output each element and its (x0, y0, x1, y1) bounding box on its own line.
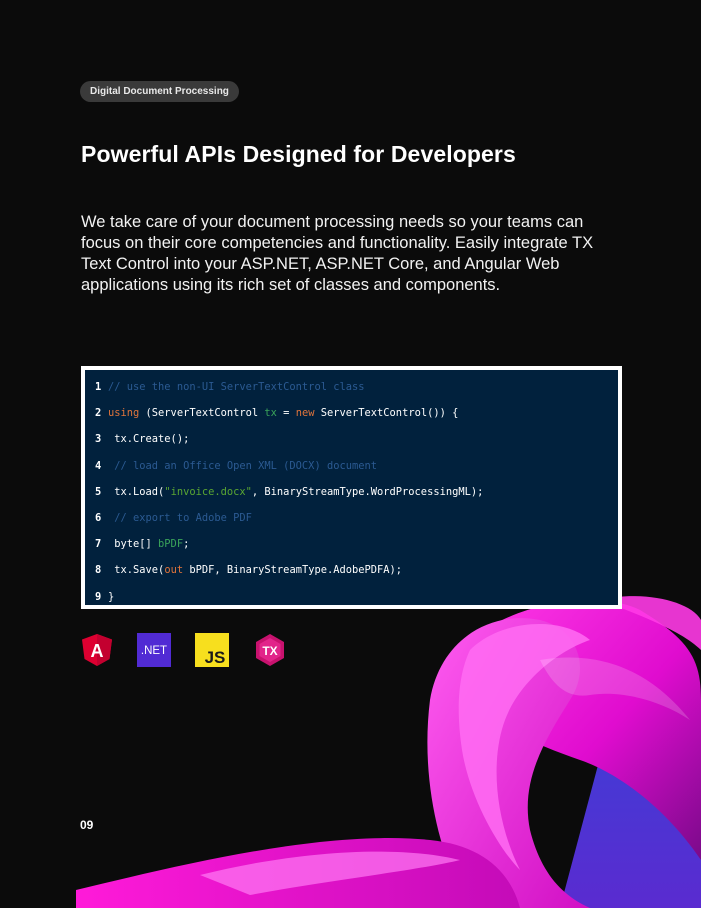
page-title: Powerful APIs Designed for Developers (81, 141, 516, 167)
category-badge: Digital Document Processing (80, 81, 239, 102)
line-number: 7 (95, 538, 102, 551)
code-token-keyword: out (164, 564, 184, 577)
line-number: 1 (95, 381, 102, 393)
page-number: 09 (80, 818, 94, 832)
code-token-green: bPDF (158, 538, 184, 551)
code-line: 1 // use the non-UI ServerTextControl cla… (95, 380, 612, 406)
code-token-string: "invoice.docx" (164, 485, 252, 498)
code-line: 6 // export to Adobe PDF (95, 511, 612, 537)
dotnet-icon: .NET (137, 633, 171, 667)
code-line: 5 tx.Load("invoice.docx", BinaryStreamTy… (95, 485, 612, 511)
angular-icon: A (80, 633, 114, 667)
code-token-plain: ; (183, 538, 190, 551)
code-token-plain: ServerTextControl()) { (314, 407, 459, 420)
code-token-plain: , BinaryStreamType.WordProcessingML); (251, 485, 484, 498)
code-token-keyword: using (108, 407, 140, 420)
line-number: 2 (95, 407, 102, 420)
code-line: 4 // load an Office Open XML (DOCX) docu… (95, 459, 612, 485)
code-token-plain: = (276, 407, 296, 420)
code-line: 7 byte[] bPDF; (95, 537, 612, 563)
line-number: 3 (95, 433, 102, 446)
line-number: 5 (95, 485, 102, 498)
tx-logo-text: TX (262, 644, 277, 658)
code-token-plain: bPDF, BinaryStreamType.AdobePDFA); (183, 564, 403, 577)
javascript-icon: JS (195, 633, 229, 667)
tx-icon: TX (253, 633, 287, 667)
code-token-plain: tx.Create(); (108, 433, 190, 446)
line-number: 6 (95, 511, 102, 524)
angular-logo-text: A (91, 641, 104, 661)
code-line: 9} (95, 590, 612, 616)
code-token-plain: byte[] (108, 538, 159, 551)
javascript-logo-text: JS (205, 648, 226, 667)
code-token-plain: (ServerTextControl (139, 407, 265, 420)
code-token-comment: // use the non-UI ServerTextControl clas… (108, 381, 365, 393)
code-lines: 1 // use the non-UI ServerTextControl cla… (95, 380, 612, 616)
line-number: 8 (95, 564, 102, 577)
code-token-comment: // export to Adobe PDF (108, 511, 252, 524)
code-line: 2 using (ServerTextControl tx = new Serve… (95, 406, 612, 432)
code-token-plain: tx.Load( (108, 485, 165, 498)
code-sample-block: 1 // use the non-UI ServerTextControl cla… (81, 366, 622, 609)
code-token-green: tx (264, 407, 277, 420)
code-token-comment: // load an Office Open XML (DOCX) docume… (108, 459, 377, 472)
code-token-keyword: new (295, 407, 315, 420)
code-token-plain: tx.Save( (108, 564, 165, 577)
line-number: 4 (95, 459, 102, 472)
dotnet-logo-text: .NET (141, 645, 167, 657)
code-token-plain: } (108, 590, 115, 603)
code-line: 8 tx.Save(out bPDF, BinaryStreamType.Ado… (95, 563, 612, 589)
code-line: 3 tx.Create(); (95, 432, 612, 458)
line-number: 9 (95, 590, 102, 603)
intro-paragraph: We take care of your document processing… (81, 213, 594, 294)
